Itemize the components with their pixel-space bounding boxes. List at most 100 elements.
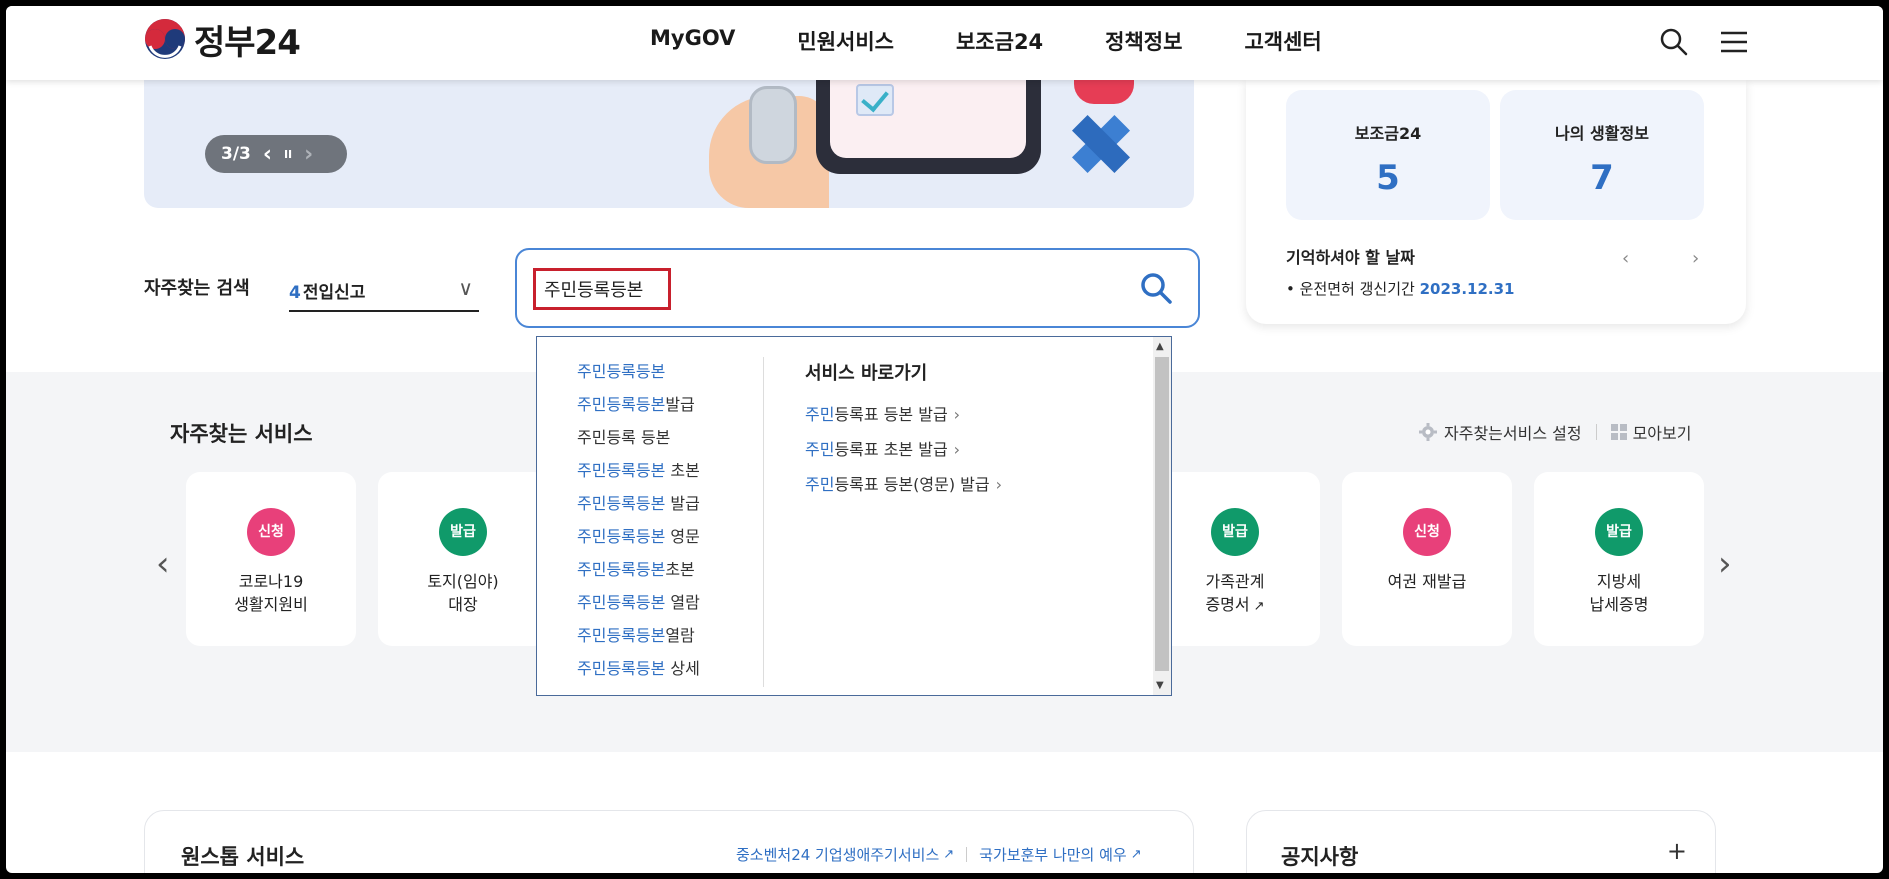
service-card[interactable]: 발급 가족관계 증명서 ↗ — [1150, 472, 1320, 646]
search-box — [515, 248, 1200, 328]
scroll-up-icon[interactable]: ▲ — [1156, 341, 1164, 352]
nav-policy-info[interactable]: 정책정보 — [1105, 26, 1182, 56]
reminder-date: 2023.12.31 — [1419, 280, 1515, 298]
banner-prev-button[interactable]: ‹ — [263, 142, 272, 167]
suggestion-match: 주민등록등본 — [577, 395, 666, 414]
suggestion-list: 주민등록등본 주민등록등본발급 주민등록 등본 주민등록등본 초본 주민등록등본… — [577, 355, 700, 685]
service-label: 여권 재발급 — [1387, 572, 1467, 591]
logo[interactable]: 정부24 — [144, 16, 301, 63]
shortcut-link[interactable]: 주민등록표 등본(영문) 발급 › — [805, 467, 1002, 502]
notice-more-button[interactable]: + — [1667, 837, 1687, 865]
reminder-prev-button[interactable]: ‹ — [1622, 248, 1629, 269]
onestop-links: 중소벤처24 기업생애주기서비스 ↗ 국가보훈부 나만의 예우 ↗ — [736, 844, 1142, 865]
nav-subsidy24[interactable]: 보조금24 — [956, 26, 1043, 56]
reminder-bullet: • — [1286, 280, 1295, 298]
onestop-link-sme[interactable]: 중소벤처24 기업생애주기서비스 — [736, 844, 939, 865]
stat-value: 5 — [1376, 158, 1400, 198]
nav-customer-center[interactable]: 고객센터 — [1244, 26, 1321, 56]
reminder-title: 기억하셔야 할 날짜 — [1286, 248, 1415, 267]
main-banner[interactable]: 3/3 ‹ II › — [144, 80, 1194, 208]
reminder-next-button[interactable]: › — [1692, 248, 1699, 269]
services-settings-link[interactable]: 자주찾는서비스 설정 — [1444, 420, 1582, 444]
suggestion-item[interactable]: 주민등록등본열람 — [577, 619, 700, 652]
suggestion-item[interactable]: 주민등록등본 발급 — [577, 487, 700, 520]
subsidy-stat-card[interactable]: 보조금24 5 — [1286, 90, 1490, 220]
autocomplete-dropdown: 주민등록등본 주민등록등본발급 주민등록 등본 주민등록등본 초본 주민등록등본… — [536, 336, 1172, 696]
services-next-button[interactable]: › — [1718, 544, 1732, 584]
dropdown-scrollbar[interactable]: ▲ ▼ — [1153, 337, 1171, 695]
checkbox-illustration-icon — [856, 84, 894, 116]
stat-title: 나의 생활정보 — [1555, 124, 1649, 143]
search-icon[interactable] — [1138, 270, 1174, 306]
search-input[interactable] — [533, 268, 671, 310]
service-badge: 발급 — [1595, 508, 1643, 556]
service-label: 지방세 납세증명 — [1589, 572, 1649, 614]
shortcut-link[interactable]: 주민등록표 초본 발급 › — [805, 432, 1002, 467]
nav-mygov[interactable]: MyGOV — [650, 26, 735, 56]
suggestion-rest: 주민등록 등본 — [577, 428, 671, 447]
banner-pager: 3/3 ‹ II › — [205, 135, 347, 173]
life-info-stat-card[interactable]: 나의 생활정보 7 — [1500, 90, 1704, 220]
suggestion-match: 주민등록등본 — [577, 659, 666, 678]
notice-title: 공지사항 — [1281, 845, 1359, 869]
services-prev-button[interactable]: ‹ — [156, 544, 170, 584]
shortcut-rest: 등록표 초본 발급 — [834, 440, 948, 459]
suggestion-match: 주민등록등본 — [577, 461, 666, 480]
suggestion-rest: 초본 — [665, 560, 695, 579]
onestop-link-veterans[interactable]: 국가보훈부 나만의 예우 — [979, 844, 1127, 865]
suggestion-match: 주민등록등본 — [577, 593, 666, 612]
stat-value: 7 — [1590, 158, 1614, 198]
suggestion-match: 주민등록등본 — [577, 494, 666, 513]
scrollbar-thumb[interactable] — [1155, 357, 1169, 671]
frequent-search-label: 자주찾는 검색 — [144, 278, 250, 299]
view-all-link[interactable]: 모아보기 — [1633, 420, 1692, 444]
suggestion-rest: 발급 — [665, 395, 695, 414]
hamburger-menu-icon[interactable] — [1718, 26, 1750, 58]
chevron-right-icon: › — [995, 475, 1002, 494]
service-label: 토지(임야) 대장 — [427, 572, 499, 614]
service-card[interactable]: 신청 코로나19 생활지원비 — [186, 472, 356, 646]
logo-text: 정부24 — [194, 22, 301, 63]
grid-icon — [1610, 424, 1627, 440]
service-label: 가족관계 증명서 ↗ — [1150, 570, 1320, 618]
divider — [763, 357, 764, 687]
frequent-search-select[interactable]: 4 전입신고 ∨ — [289, 272, 479, 312]
service-shortcuts: 서비스 바로가기 주민등록표 등본 발급 › 주민등록표 초본 발급 › 주민등록표… — [805, 359, 1002, 502]
service-card[interactable]: 발급 토지(임야) 대장 — [378, 472, 548, 646]
suggestion-rest: 초본 — [665, 461, 700, 480]
heart-illustration-icon — [1074, 80, 1134, 104]
external-link-icon: ↗ — [1130, 847, 1142, 862]
suggestion-item[interactable]: 주민등록등본 영문 — [577, 520, 700, 553]
suggestion-item[interactable]: 주민등록 등본 — [577, 421, 700, 454]
suggestion-match: 주민등록등본 — [577, 626, 666, 645]
suggestion-match: 주민등록등본 — [577, 362, 666, 381]
main-nav: MyGOV 민원서비스 보조금24 정책정보 고객센터 — [650, 26, 1384, 56]
service-card[interactable]: 발급 지방세 납세증명 — [1534, 472, 1704, 646]
gear-icon — [1419, 423, 1437, 441]
my-info-panel: 보조금24 5 나의 생활정보 7 기억하셔야 할 날짜 ‹ › • 운전면허 … — [1246, 80, 1746, 324]
suggestion-item[interactable]: 주민등록등본초본 — [577, 553, 700, 586]
shortcut-link[interactable]: 주민등록표 등본 발급 › — [805, 397, 1002, 432]
search-icon[interactable] — [1658, 26, 1690, 58]
service-card[interactable]: 신청 여권 재발급 — [1342, 472, 1512, 646]
divider — [1595, 424, 1597, 440]
suggestion-rest: 발급 — [665, 494, 700, 513]
suggestion-item[interactable]: 주민등록등본 열람 — [577, 586, 700, 619]
browser-viewport: 정부24 MyGOV 민원서비스 보조금24 정책정보 고객센터 3/3 ‹ I… — [6, 6, 1883, 873]
reminder-item[interactable]: • 운전면허 갱신기간 2023.12.31 — [1286, 278, 1515, 299]
suggestion-item[interactable]: 주민등록등본 상세 — [577, 652, 700, 685]
external-link-icon: ↗ — [1253, 599, 1265, 614]
stat-title: 보조금24 — [1354, 124, 1422, 143]
banner-roll-illustration — [749, 86, 797, 164]
taegeuk-logo-icon — [145, 19, 185, 59]
suggestion-item[interactable]: 주민등록등본 — [577, 355, 700, 388]
suggestion-item[interactable]: 주민등록등본발급 — [577, 388, 700, 421]
banner-next-button[interactable]: › — [304, 142, 313, 167]
suggestion-item[interactable]: 주민등록등본 초본 — [577, 454, 700, 487]
nav-civil-service[interactable]: 민원서비스 — [797, 26, 894, 56]
service-badge: 신청 — [1403, 508, 1451, 556]
frequent-services-title: 자주찾는 서비스 — [170, 422, 313, 446]
banner-pause-button[interactable]: II — [284, 148, 292, 161]
suggestion-rest: 상세 — [665, 659, 700, 678]
scroll-down-icon[interactable]: ▼ — [1156, 680, 1164, 691]
